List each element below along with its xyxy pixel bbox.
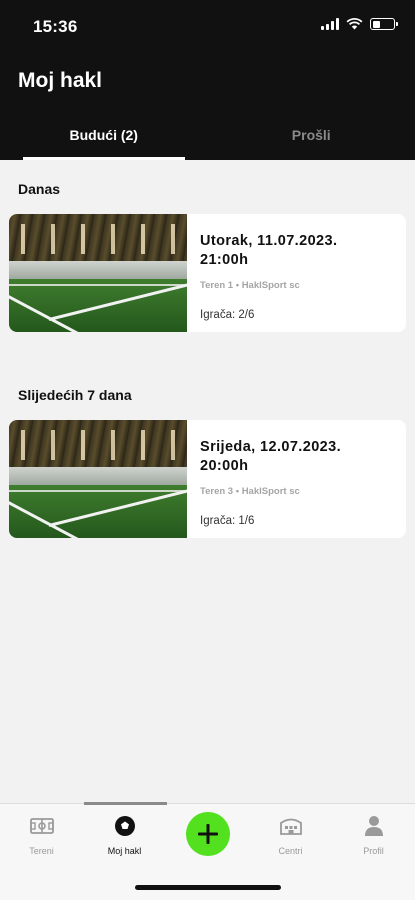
booking-card[interactable]: Srijeda, 12.07.2023. 20:00h Teren 3 • Ha… bbox=[9, 420, 406, 538]
page-title: Moj hakl bbox=[18, 69, 103, 92]
nav-label: Moj hakl bbox=[107, 846, 142, 856]
wifi-icon bbox=[346, 18, 363, 30]
status-icons bbox=[321, 18, 398, 30]
tab-bar: Budući (2) Prošli bbox=[0, 118, 415, 160]
nav-label: Profil bbox=[363, 846, 384, 856]
nav-item-profil[interactable]: Profil bbox=[332, 814, 415, 856]
booking-time: 21:00h bbox=[200, 252, 249, 268]
person-icon bbox=[364, 816, 383, 836]
field-photo bbox=[9, 420, 187, 538]
field-photo bbox=[9, 214, 187, 332]
booking-players: Igrača: 1/6 bbox=[200, 515, 255, 527]
booking-details: Utorak, 11.07.2023. 21:00h Teren 1 • Hak… bbox=[187, 214, 337, 332]
nav-label: Tereni bbox=[29, 846, 54, 856]
soccer-ball-icon bbox=[114, 816, 135, 836]
booking-time: 20:00h bbox=[200, 458, 249, 474]
booking-players: Igrača: 2/6 bbox=[200, 309, 255, 321]
nav-item-tereni[interactable]: Tereni bbox=[0, 814, 83, 856]
nav-item-centri[interactable]: Centri bbox=[249, 814, 332, 856]
booking-venue: Teren 3 • HaklSport sc bbox=[200, 486, 300, 497]
section-label-today: Danas bbox=[18, 181, 61, 197]
booking-details: Srijeda, 12.07.2023. 20:00h Teren 3 • Ha… bbox=[187, 420, 341, 538]
add-booking-button[interactable] bbox=[186, 812, 230, 856]
stadium-icon bbox=[279, 818, 302, 835]
booking-venue: Teren 1 • HaklSport sc bbox=[200, 280, 300, 291]
section-label-next-7-days: Slijedećih 7 dana bbox=[18, 387, 132, 403]
active-tab-indicator bbox=[84, 802, 167, 805]
nav-item-moj-hakl[interactable]: Moj hakl bbox=[83, 814, 166, 856]
battery-icon bbox=[370, 18, 398, 30]
status-time: 15:36 bbox=[33, 17, 78, 36]
field-icon bbox=[29, 818, 54, 834]
tab-past[interactable]: Prošli bbox=[208, 118, 415, 160]
app-header: 15:36 Moj hakl Budući (2) Prošli bbox=[0, 0, 415, 160]
home-indicator bbox=[135, 885, 281, 890]
booking-date: Utorak, 11.07.2023. bbox=[200, 233, 338, 249]
nav-label: Centri bbox=[278, 846, 303, 856]
tab-upcoming[interactable]: Budući (2) bbox=[0, 118, 208, 160]
booking-date: Srijeda, 12.07.2023. bbox=[200, 439, 342, 455]
plus-icon bbox=[198, 824, 218, 844]
cellular-signal-icon bbox=[321, 18, 339, 30]
booking-card[interactable]: Utorak, 11.07.2023. 21:00h Teren 1 • Hak… bbox=[9, 214, 406, 332]
